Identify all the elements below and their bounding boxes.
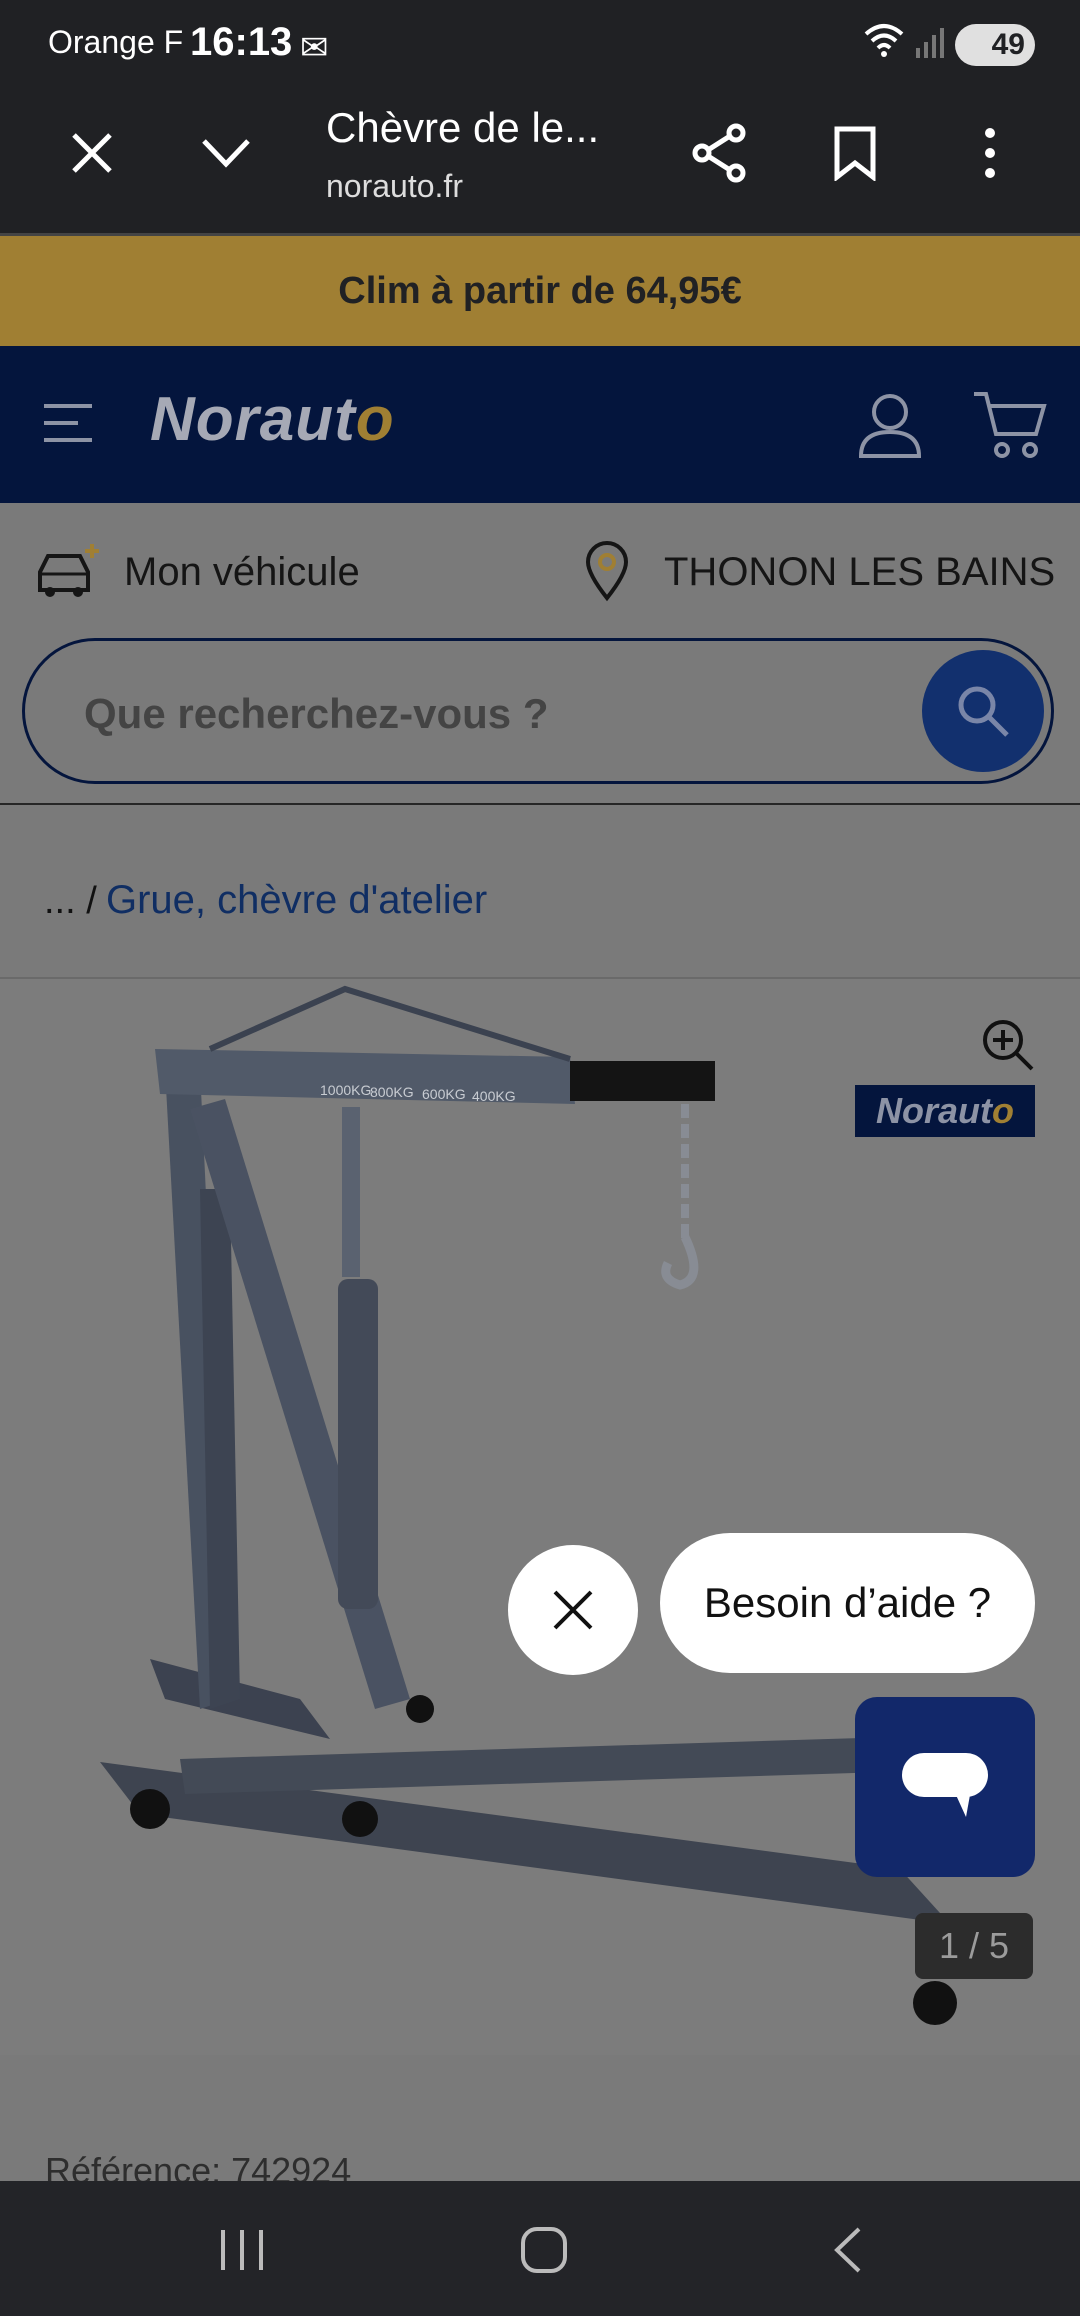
engine-crane-image — [100, 985, 990, 2025]
weight-label-400: 400KG — [472, 1088, 516, 1104]
more-options-button[interactable] — [950, 113, 1030, 193]
promo-text: Clim à partir de 64,95€ — [338, 269, 742, 312]
vehicle-selector[interactable]: Mon véhicule — [124, 550, 360, 595]
zoom-in-icon — [983, 1020, 1034, 1071]
gmail-icon: ✉ — [300, 29, 329, 67]
recent-apps-button[interactable] — [192, 2210, 292, 2290]
bookmark-icon — [834, 126, 876, 181]
carrier-label: Orange F — [48, 24, 184, 60]
signal-icon — [914, 26, 944, 66]
store-selector[interactable]: THONON LES BAINS — [664, 550, 1055, 595]
hamburger-icon — [44, 404, 92, 442]
breadcrumb-prefix: ... / — [44, 880, 97, 922]
weight-label-800: 800KG — [370, 1084, 414, 1100]
user-icon — [858, 394, 922, 458]
page-title: Chèvre de le... — [326, 104, 600, 151]
search-button[interactable] — [922, 650, 1044, 772]
back-button[interactable] — [798, 2210, 898, 2290]
home-icon — [521, 2227, 567, 2273]
zoom-button[interactable] — [978, 1015, 1038, 1075]
account-button[interactable] — [855, 390, 925, 460]
share-icon — [692, 123, 746, 183]
home-button[interactable] — [494, 2210, 594, 2290]
minimize-tab-button[interactable] — [186, 113, 266, 193]
battery-level: 49 — [991, 28, 1025, 61]
battery-indicator: 49 — [955, 24, 1035, 66]
cart-button[interactable] — [970, 388, 1050, 462]
product-image-carousel[interactable]: 1000KG 800KG 600KG 400KG — [0, 977, 1080, 2059]
breadcrumb-link-crane[interactable]: Grue, chèvre d'atelier — [106, 878, 487, 923]
back-icon — [834, 2227, 861, 2273]
wifi-icon — [862, 22, 906, 67]
close-tab-button[interactable] — [52, 113, 132, 193]
promo-banner[interactable]: Clim à partir de 64,95€ — [0, 236, 1080, 346]
chat-dismiss-button[interactable] — [508, 1545, 638, 1675]
search-icon — [958, 686, 1009, 737]
share-button[interactable] — [680, 113, 760, 193]
bookmark-button[interactable] — [815, 113, 895, 193]
menu-button[interactable] — [40, 398, 96, 448]
close-icon — [553, 1590, 593, 1630]
weight-label-600: 600KG — [422, 1086, 466, 1102]
page-url[interactable]: norauto.fr — [326, 168, 463, 205]
add-vehicle-icon — [34, 540, 104, 602]
chat-prompt-bubble[interactable]: Besoin d’aide ? — [660, 1533, 1035, 1673]
weight-label-1000: 1000KG — [320, 1082, 372, 1098]
norauto-logo[interactable]: Norauto — [150, 384, 395, 455]
brand-badge-text: Norauto — [876, 1090, 1014, 1131]
clock: 16:13 — [190, 20, 293, 64]
close-icon — [72, 133, 112, 173]
status-bar: Orange F 16:13 ✉ 49 — [0, 0, 1080, 90]
chat-prompt-text: Besoin d’aide ? — [703, 1579, 992, 1626]
chevron-down-icon — [202, 139, 250, 168]
location-pin-icon — [582, 540, 632, 602]
chat-bubble-icon — [902, 1753, 988, 1817]
recents-icon — [221, 2230, 263, 2270]
chat-open-button[interactable] — [855, 1697, 1035, 1877]
search-input[interactable]: Que recherchez-vous ? — [84, 690, 548, 738]
image-counter: 1 / 5 — [915, 1913, 1033, 1979]
norauto-brand-badge: Norauto — [855, 1085, 1035, 1137]
kebab-menu-icon — [985, 128, 995, 178]
cart-icon — [974, 392, 1047, 458]
image-counter-text: 1 / 5 — [938, 1925, 1010, 1966]
